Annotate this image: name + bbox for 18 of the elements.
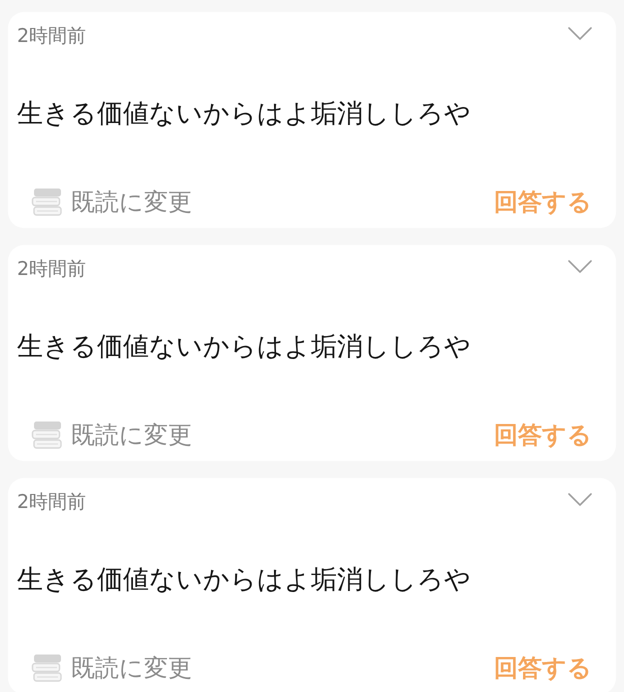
mark-as-read-button[interactable]: 既読に変更 [31,651,192,685]
timestamp: 2時間前 [17,26,86,46]
answer-button[interactable]: 回答する [494,185,592,219]
books-icon [31,654,63,682]
answer-button[interactable]: 回答する [494,418,592,452]
chevron-down-icon[interactable] [568,492,592,506]
message-text: 生きる価値ないからはよ垢消ししろや [17,564,472,597]
books-icon [31,188,63,216]
timestamp: 2時間前 [17,259,86,279]
books-icon [31,421,63,449]
chevron-down-icon[interactable] [568,26,592,40]
mark-as-read-button[interactable]: 既読に変更 [31,185,192,219]
message-text: 生きる価値ないからはよ垢消ししろや [17,331,472,364]
message-text: 生きる価値ないからはよ垢消ししろや [17,98,472,131]
chevron-down-icon[interactable] [568,260,592,272]
timestamp: 2時間前 [17,492,86,512]
answer-button[interactable]: 回答する [494,651,592,685]
mark-as-read-button[interactable]: 既読に変更 [31,418,192,452]
